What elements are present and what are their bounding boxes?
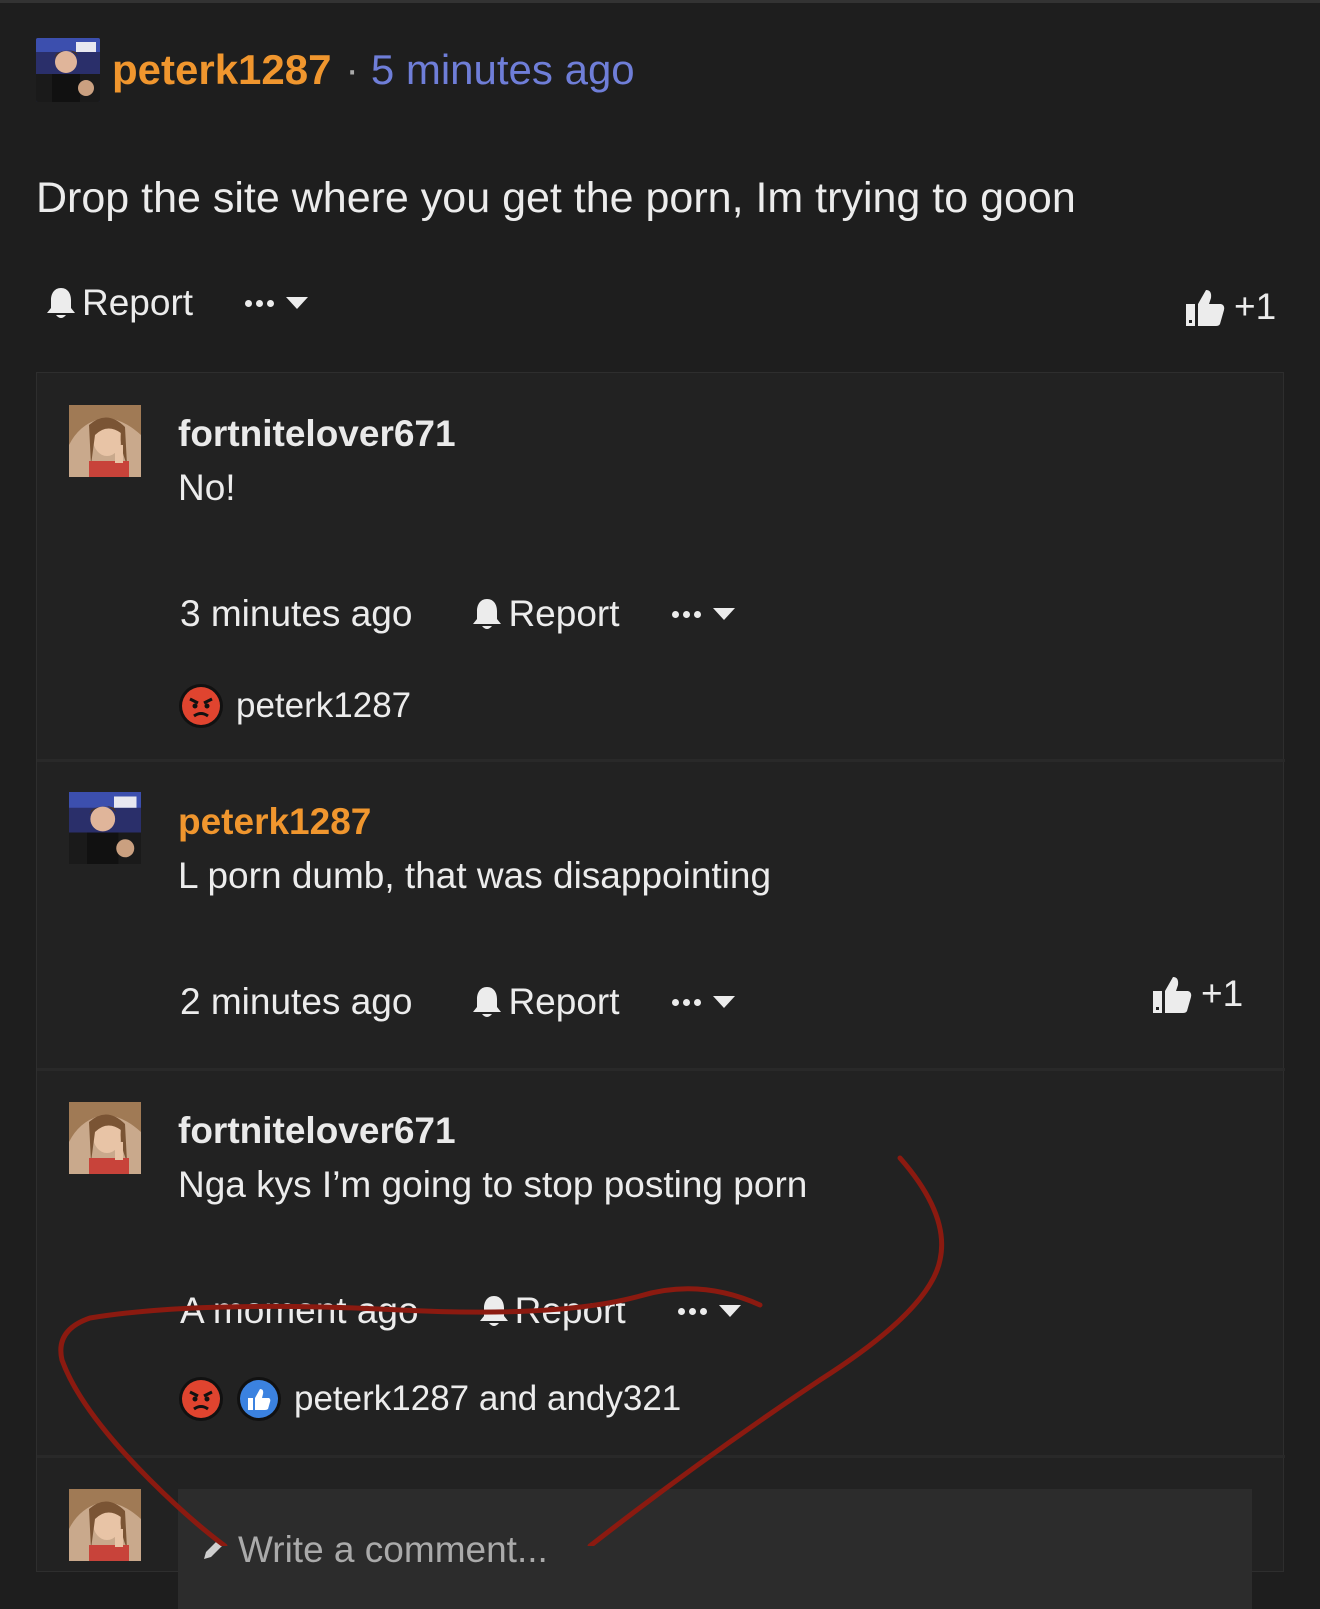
report-button[interactable]: Report (470, 981, 620, 1023)
more-options-button[interactable] (245, 297, 309, 309)
like-reaction-icon (237, 1377, 281, 1421)
reacted-by[interactable]: peterk1287 (236, 686, 411, 726)
more-dots-icon (671, 610, 701, 618)
bell-icon (473, 987, 502, 1017)
reply-author[interactable]: fortnitelover671 (178, 413, 456, 455)
avatar[interactable] (69, 1102, 141, 1174)
post-timestamp[interactable]: 5 minutes ago (371, 46, 635, 94)
bell-icon (473, 599, 502, 629)
avatar (69, 1489, 141, 1561)
top-divider (0, 0, 1320, 3)
more-options-button[interactable] (671, 996, 735, 1008)
caret-down-icon (712, 608, 735, 620)
composer-placeholder: Write a comment... (238, 1529, 548, 1570)
reactions-row[interactable]: peterk1287 and andy321 (178, 1376, 681, 1422)
reply-text: Nga kys I’m going to stop posting porn (178, 1164, 808, 1205)
like-button[interactable]: +1 (1184, 286, 1276, 328)
report-label: Report (508, 981, 620, 1022)
comment-composer[interactable]: Write a comment... (178, 1489, 1252, 1609)
bell-icon (47, 288, 75, 318)
report-label: Report (514, 1290, 626, 1331)
like-count: +1 (1234, 286, 1277, 327)
reply-timestamp[interactable]: 2 minutes ago (180, 981, 412, 1023)
reply-divider (37, 759, 1285, 762)
replies-panel: fortnitelover671 No! 3 minutes ago Repor… (36, 372, 1285, 1609)
reply-timestamp[interactable]: 3 minutes ago (180, 593, 412, 635)
reply-text: No! (178, 467, 236, 508)
thumbs-up-icon (1153, 977, 1192, 1013)
report-label: Report (82, 282, 194, 323)
report-button[interactable]: Report (44, 282, 193, 324)
report-button[interactable]: Report (470, 593, 620, 635)
reply-timestamp[interactable]: A moment ago (180, 1290, 419, 1332)
reply-divider (37, 1455, 1285, 1458)
reacted-by[interactable]: peterk1287 and andy321 (294, 1379, 681, 1419)
reply-author[interactable]: fortnitelover671 (178, 1110, 456, 1152)
reply-meta: 2 minutes ago Report (180, 981, 735, 1023)
report-button[interactable]: Report (477, 1290, 626, 1332)
angry-emoji-icon (179, 1377, 223, 1421)
avatar[interactable] (69, 792, 141, 864)
reply-meta: 3 minutes ago Report (180, 593, 735, 635)
avatar[interactable] (36, 38, 100, 102)
caret-down-icon (286, 297, 309, 309)
reply-meta: A moment ago Report (180, 1290, 741, 1332)
report-label: Report (508, 593, 620, 634)
angry-emoji-icon (179, 684, 223, 728)
more-dots-icon (671, 998, 701, 1006)
separator-dot: · (345, 47, 359, 92)
reactions-row[interactable]: peterk1287 (178, 683, 411, 729)
avatar[interactable] (69, 405, 141, 477)
thumbs-up-icon (1186, 290, 1225, 326)
post-body: Drop the site where you get the porn, Im… (36, 174, 1076, 222)
more-options-button[interactable] (671, 608, 735, 620)
more-options-button[interactable] (677, 1305, 741, 1317)
caret-down-icon (718, 1305, 741, 1317)
reply-author[interactable]: peterk1287 (178, 801, 371, 843)
more-dots-icon (245, 299, 275, 307)
caret-down-icon (712, 996, 735, 1008)
reply-text: L porn dumb, that was disappointing (178, 855, 772, 896)
post-actions: Report (44, 282, 309, 324)
post-author[interactable]: peterk1287 (112, 46, 332, 94)
like-button[interactable]: +1 (1151, 973, 1243, 1015)
more-dots-icon (677, 1307, 707, 1315)
reply-divider (37, 1068, 1285, 1071)
bell-icon (479, 1296, 508, 1326)
like-count: +1 (1201, 973, 1244, 1014)
pencil-icon (204, 1539, 224, 1559)
post-header: peterk1287 · 5 minutes ago (36, 38, 635, 102)
